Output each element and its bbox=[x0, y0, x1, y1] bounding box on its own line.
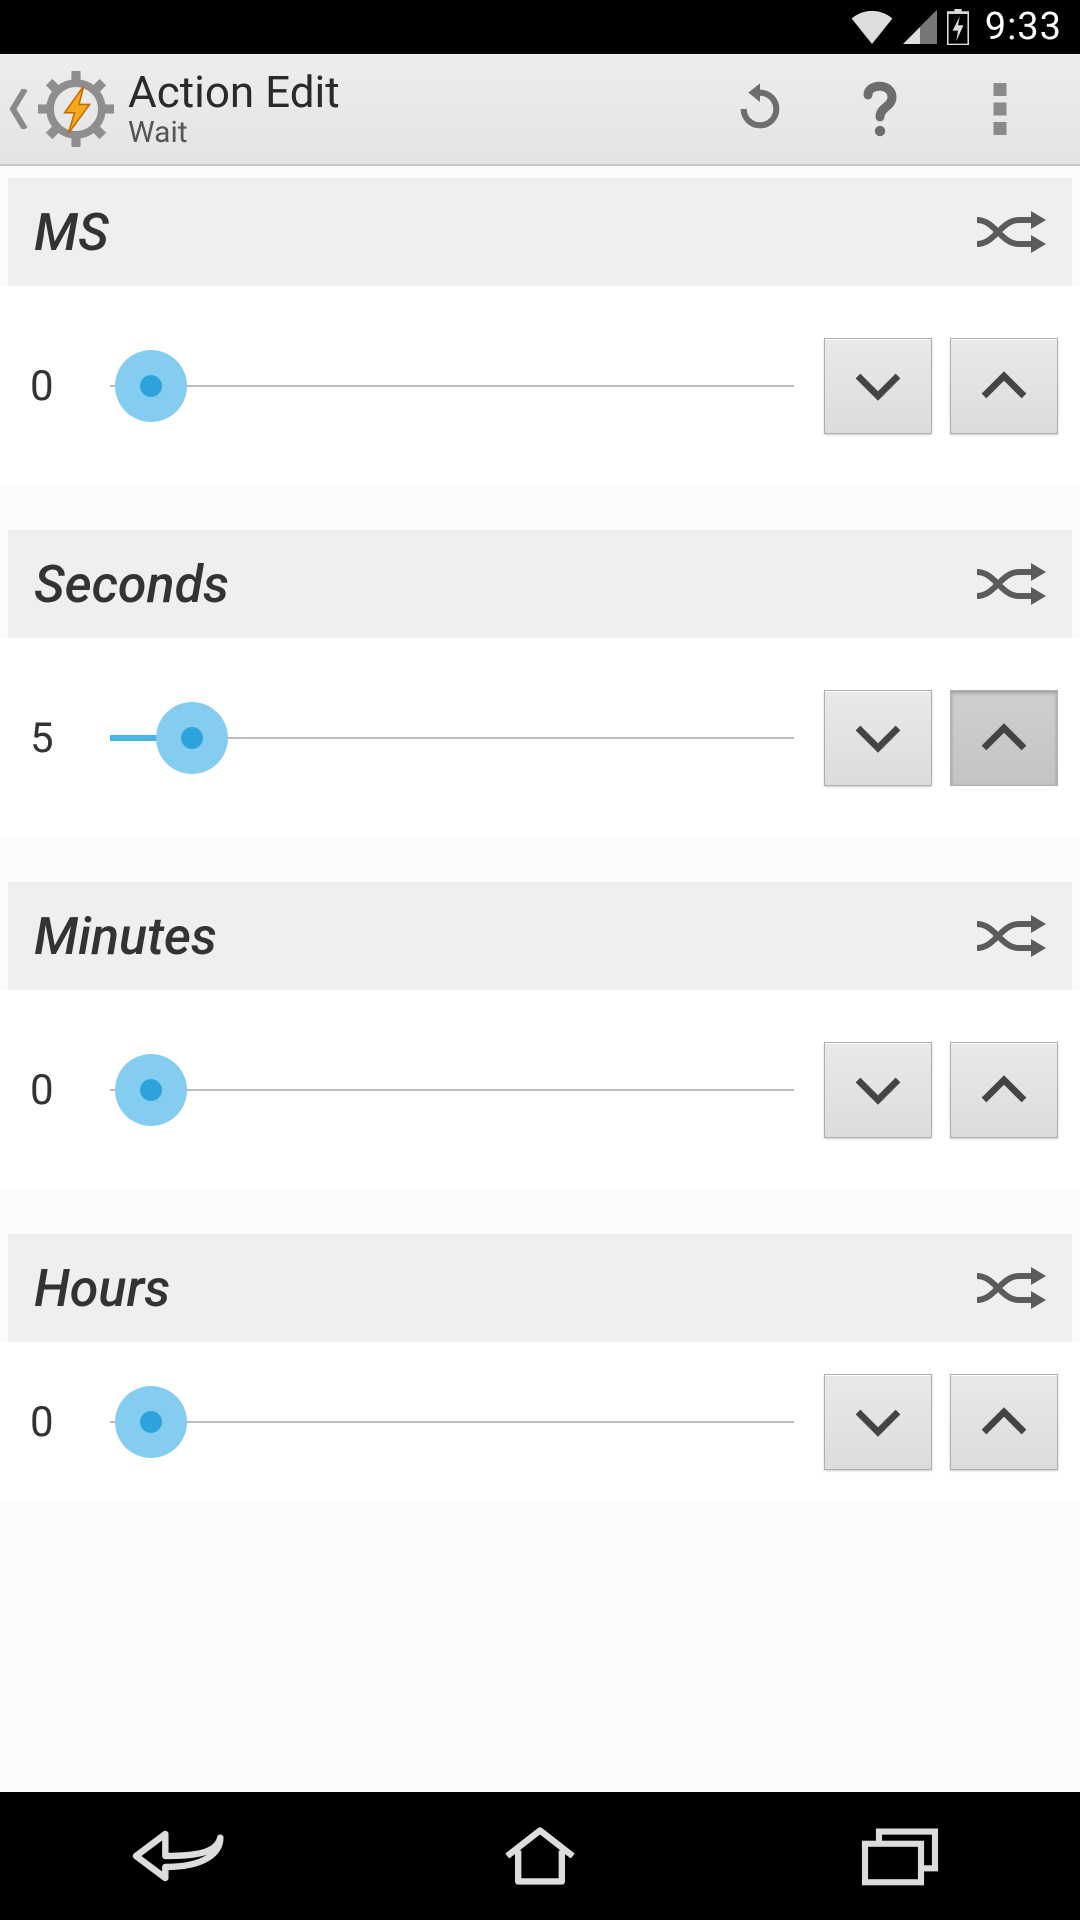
help-button[interactable] bbox=[820, 54, 940, 164]
slider-hours[interactable] bbox=[110, 1382, 794, 1462]
field-row-ms: 0 bbox=[0, 286, 1080, 486]
undo-button[interactable] bbox=[700, 54, 820, 164]
page-title: Action Edit bbox=[128, 70, 700, 114]
field-row-hours: 0 bbox=[0, 1342, 1080, 1502]
shuffle-icon[interactable] bbox=[970, 554, 1050, 614]
shuffle-icon[interactable] bbox=[970, 906, 1050, 966]
back-chevron-icon[interactable] bbox=[6, 89, 32, 129]
shuffle-icon[interactable] bbox=[970, 202, 1050, 262]
page-subtitle: Wait bbox=[128, 118, 700, 148]
app-gear-lightning-icon[interactable] bbox=[36, 69, 116, 149]
nav-back-button[interactable] bbox=[90, 1811, 270, 1901]
field-value: 0 bbox=[30, 362, 100, 411]
field-row-minutes: 0 bbox=[0, 990, 1080, 1190]
field-header-hours: Hours bbox=[8, 1234, 1072, 1342]
increment-button[interactable] bbox=[950, 690, 1058, 786]
slider-ms[interactable] bbox=[110, 346, 794, 426]
increment-button[interactable] bbox=[950, 1042, 1058, 1138]
field-header-seconds: Seconds bbox=[8, 530, 1072, 638]
status-time: 9:33 bbox=[985, 5, 1062, 49]
field-header-ms: MS bbox=[8, 178, 1072, 286]
action-bar: Action Edit Wait bbox=[0, 54, 1080, 166]
status-bar: 9:33 bbox=[0, 0, 1080, 54]
decrement-button[interactable] bbox=[824, 338, 932, 434]
field-row-seconds: 5 bbox=[0, 638, 1080, 838]
battery-charging-icon bbox=[947, 9, 969, 45]
navigation-bar bbox=[0, 1792, 1080, 1920]
field-value: 0 bbox=[30, 1066, 100, 1115]
field-header-minutes: Minutes bbox=[8, 882, 1072, 990]
field-label: Hours bbox=[34, 1258, 170, 1319]
increment-button[interactable] bbox=[950, 1374, 1058, 1470]
decrement-button[interactable] bbox=[824, 1374, 932, 1470]
shuffle-icon[interactable] bbox=[970, 1258, 1050, 1318]
field-label: Minutes bbox=[34, 906, 217, 967]
field-value: 5 bbox=[30, 714, 100, 763]
overflow-menu-button[interactable] bbox=[940, 54, 1060, 164]
slider-minutes[interactable] bbox=[110, 1050, 794, 1130]
decrement-button[interactable] bbox=[824, 690, 932, 786]
increment-button[interactable] bbox=[950, 338, 1058, 434]
field-label: Seconds bbox=[34, 554, 229, 615]
field-value: 0 bbox=[30, 1398, 100, 1447]
nav-recents-button[interactable] bbox=[810, 1811, 990, 1901]
signal-icon bbox=[903, 10, 937, 44]
content-scroll[interactable]: MS 0 bbox=[0, 166, 1080, 1792]
field-label: MS bbox=[34, 202, 109, 263]
decrement-button[interactable] bbox=[824, 1042, 932, 1138]
wifi-icon bbox=[851, 10, 893, 44]
nav-home-button[interactable] bbox=[450, 1811, 630, 1901]
slider-seconds[interactable] bbox=[110, 698, 794, 778]
